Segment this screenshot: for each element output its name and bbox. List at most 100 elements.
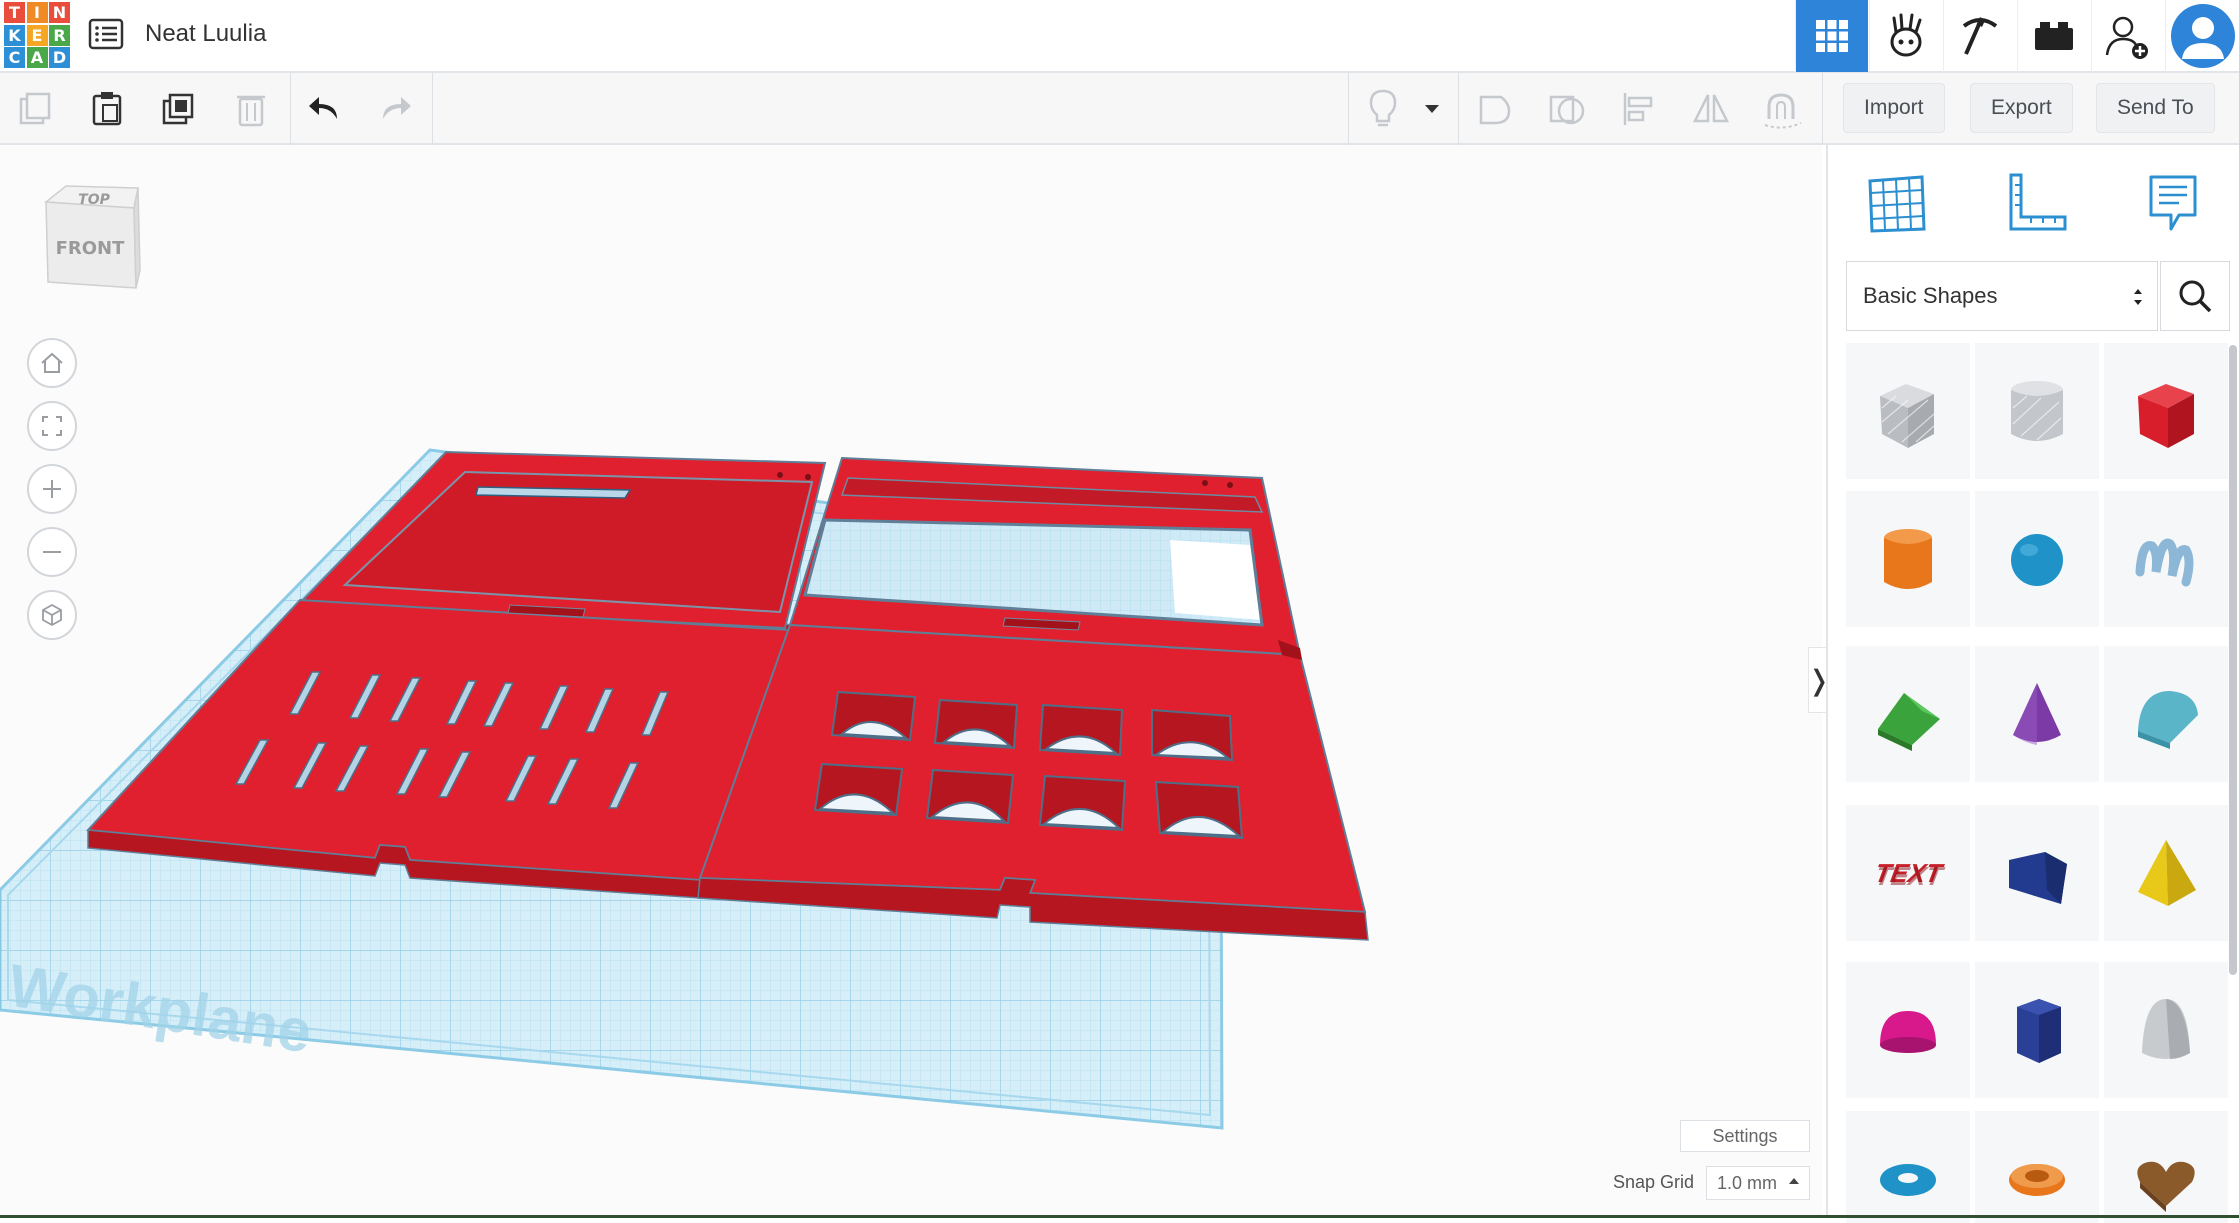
- toolbar: Import Export Send To: [0, 73, 2239, 145]
- heart-icon: [2137, 1161, 2195, 1212]
- undo-icon[interactable]: [300, 85, 350, 133]
- bricks-icon[interactable]: [2017, 0, 2090, 72]
- shape-wedge[interactable]: [1975, 805, 2099, 941]
- shape-list-scrollbar[interactable]: [2229, 345, 2237, 975]
- shape-library-select[interactable]: Basic Shapes: [1846, 261, 2158, 331]
- settings-button[interactable]: Settings: [1680, 1120, 1810, 1152]
- workplane-grid-icon[interactable]: [1856, 163, 1936, 243]
- text-icon: TEXTTEXT: [1873, 858, 1947, 891]
- logo-letter: A: [26, 47, 48, 68]
- shape-cylinder-hole[interactable]: [1975, 343, 2099, 479]
- box-icon: [2138, 384, 2194, 448]
- plus-icon: [43, 480, 61, 498]
- shape-text[interactable]: TEXT TEXT: [1846, 805, 1970, 941]
- light-bulb-icon[interactable]: [1358, 85, 1408, 133]
- shape-box[interactable]: [2104, 343, 2228, 479]
- minus-icon: [43, 551, 61, 553]
- design-title[interactable]: Neat Luulia: [145, 20, 266, 48]
- home-view-button[interactable]: [27, 338, 77, 388]
- shape-roof[interactable]: [1846, 646, 1970, 782]
- align-icon[interactable]: [1614, 85, 1664, 133]
- logo-letter: T: [4, 2, 25, 23]
- shape-round-roof[interactable]: [2104, 646, 2228, 782]
- toolbar-divider: [1348, 73, 1349, 145]
- logo-letter: N: [49, 2, 70, 23]
- delete-icon[interactable]: [226, 85, 276, 133]
- torus-icon: [1880, 1164, 1936, 1196]
- redo-icon[interactable]: [370, 85, 420, 133]
- snap-grid-select[interactable]: 1.0 mm: [1706, 1166, 1810, 1200]
- cylinder-icon: [1884, 529, 1932, 589]
- 3d-design-grid-icon[interactable]: [1795, 0, 1868, 72]
- design-list-icon[interactable]: [88, 18, 124, 50]
- tinkercad-logo[interactable]: T I N K E R C A D: [4, 2, 70, 68]
- logo-letter: K: [4, 24, 25, 46]
- pyramid-icon: [2138, 840, 2196, 906]
- logo-letter: E: [26, 24, 48, 46]
- top-bar: T I N K E R C A D Neat Luulia: [0, 0, 2239, 73]
- send-to-button[interactable]: Send To: [2096, 83, 2215, 133]
- round-roof-icon: [2138, 691, 2198, 749]
- ruler-icon[interactable]: [1996, 163, 2076, 243]
- snap-grid-value: 1.0 mm: [1717, 1172, 1778, 1193]
- light-dropdown-icon[interactable]: [1412, 85, 1452, 133]
- 3d-viewport[interactable]: Workplane TOP FRONT: [0, 145, 1822, 1218]
- codeblocks-pickaxe-icon[interactable]: [1943, 0, 2016, 72]
- shapes-panel: Basic Shapes TEXT TEXT: [1826, 145, 2239, 1223]
- ortho-view-button[interactable]: [27, 590, 77, 640]
- shape-half-sphere[interactable]: [1846, 962, 1970, 1098]
- paraboloid-icon: [2142, 999, 2190, 1059]
- zoom-out-button[interactable]: [27, 527, 77, 577]
- circuits-icon[interactable]: [1869, 0, 1942, 72]
- roof-icon: [1878, 693, 1940, 751]
- shape-library-value: Basic Shapes: [1863, 283, 1998, 308]
- import-button[interactable]: Import: [1843, 83, 1945, 133]
- home-icon: [41, 352, 63, 373]
- duplicate-icon[interactable]: [154, 85, 204, 133]
- wedge-icon: [2009, 852, 2067, 904]
- shape-cone[interactable]: [1975, 646, 2099, 782]
- toolbar-divider: [1822, 73, 1823, 145]
- cylinder-hole-icon: [2011, 381, 2063, 441]
- workplane-scene[interactable]: Workplane: [0, 145, 1822, 1218]
- view-cube[interactable]: TOP FRONT: [38, 182, 142, 302]
- group-icon[interactable]: [1470, 85, 1520, 133]
- fit-view-button[interactable]: [27, 401, 77, 451]
- toolbar-divider: [290, 73, 291, 145]
- cube-perspective-icon: [42, 603, 62, 627]
- box-hole-icon: [1880, 384, 1935, 448]
- search-button[interactable]: [2160, 261, 2230, 331]
- shape-polygon[interactable]: [1975, 962, 2099, 1098]
- shape-scribble[interactable]: [2104, 491, 2228, 627]
- shape-sphere[interactable]: [1975, 491, 2099, 627]
- caret-up-icon: [1789, 1178, 1799, 1184]
- ungroup-icon[interactable]: [1542, 85, 1592, 133]
- paste-icon[interactable]: [82, 85, 132, 133]
- cruise-magnet-icon[interactable]: [1758, 85, 1808, 133]
- shape-tube[interactable]: [1975, 1111, 2099, 1223]
- view-cube-top-label: TOP: [78, 192, 110, 208]
- shape-paraboloid[interactable]: [2104, 962, 2228, 1098]
- cone-icon: [2013, 683, 2061, 745]
- svg-text:TEXT: TEXT: [1873, 861, 1947, 891]
- notes-icon[interactable]: [2133, 163, 2213, 243]
- shape-heart[interactable]: [2104, 1111, 2228, 1223]
- mirror-icon[interactable]: [1686, 85, 1736, 133]
- shape-pyramid[interactable]: [2104, 805, 2228, 941]
- scribble-icon: [2135, 538, 2194, 587]
- export-button[interactable]: Export: [1970, 83, 2073, 133]
- view-cube-front-label: FRONT: [56, 238, 126, 259]
- zoom-in-button[interactable]: [27, 464, 77, 514]
- shape-box-hole[interactable]: [1846, 343, 1970, 479]
- logo-letter: I: [26, 2, 48, 23]
- profile-avatar-icon[interactable]: [2165, 0, 2239, 72]
- shape-torus[interactable]: [1846, 1111, 1970, 1223]
- search-icon: [2179, 280, 2212, 313]
- add-user-icon[interactable]: [2091, 0, 2164, 72]
- logo-letter: D: [49, 47, 70, 68]
- logo-letter: R: [49, 24, 70, 46]
- toolbar-divider: [432, 73, 433, 145]
- copy-icon[interactable]: [10, 85, 60, 133]
- shape-grid: TEXT TEXT: [1846, 343, 2228, 1223]
- shape-cylinder[interactable]: [1846, 491, 1970, 627]
